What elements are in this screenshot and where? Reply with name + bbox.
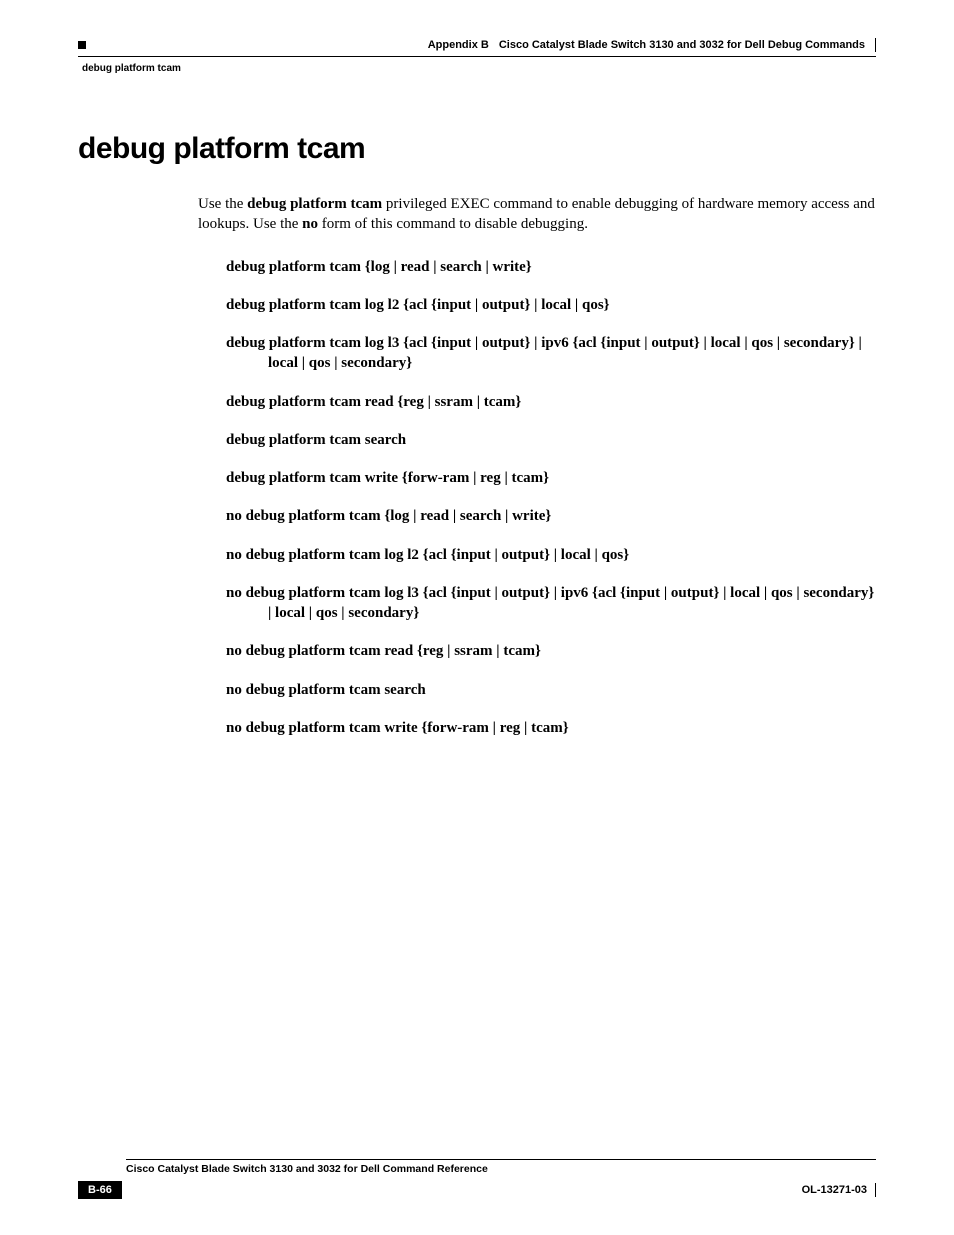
intro-pre: Use the xyxy=(198,196,247,212)
header-right: Appendix B Cisco Catalyst Blade Switch 3… xyxy=(428,38,876,52)
syntax-line: no debug platform tcam log l3 {acl {inpu… xyxy=(226,583,876,624)
syntax-block: debug platform tcam {log | read | search… xyxy=(226,257,876,739)
syntax-line: debug platform tcam write {forw-ram | re… xyxy=(226,468,876,488)
footer-bottom: B-66 OL-13271-03 xyxy=(78,1181,876,1199)
footer-rule xyxy=(126,1159,876,1160)
header-rule xyxy=(78,56,876,57)
footer-right: OL-13271-03 xyxy=(802,1183,876,1197)
appendix-title: Cisco Catalyst Blade Switch 3130 and 303… xyxy=(499,39,865,51)
appendix-label: Appendix B xyxy=(428,39,489,51)
syntax-line: debug platform tcam read {reg | ssram | … xyxy=(226,392,876,412)
page-header: Appendix B Cisco Catalyst Blade Switch 3… xyxy=(78,38,876,52)
page-title: debug platform tcam xyxy=(78,132,876,166)
syntax-line: no debug platform tcam read {reg | ssram… xyxy=(226,641,876,661)
square-marker-icon xyxy=(78,41,86,49)
syntax-line: no debug platform tcam {log | read | sea… xyxy=(226,506,876,526)
intro-no: no xyxy=(302,216,318,232)
footer-doc-title: Cisco Catalyst Blade Switch 3130 and 303… xyxy=(126,1163,876,1175)
syntax-line: no debug platform tcam write {forw-ram |… xyxy=(226,718,876,738)
page-footer: Cisco Catalyst Blade Switch 3130 and 303… xyxy=(78,1159,876,1199)
syntax-line: debug platform tcam log l2 {acl {input |… xyxy=(226,295,876,315)
syntax-line: debug platform tcam search xyxy=(226,430,876,450)
intro-cmd: debug platform tcam xyxy=(247,196,382,212)
vertical-rule-icon xyxy=(875,1183,876,1197)
intro-paragraph: Use the debug platform tcam privileged E… xyxy=(198,194,876,235)
vertical-rule-icon xyxy=(875,38,876,52)
section-breadcrumb: debug platform tcam xyxy=(82,63,876,74)
syntax-line: no debug platform tcam log l2 {acl {inpu… xyxy=(226,545,876,565)
doc-id: OL-13271-03 xyxy=(802,1184,867,1196)
syntax-line: no debug platform tcam search xyxy=(226,680,876,700)
syntax-line: debug platform tcam {log | read | search… xyxy=(226,257,876,277)
page-number: B-66 xyxy=(78,1181,122,1199)
header-left-marker xyxy=(78,41,86,49)
syntax-line: debug platform tcam log l3 {acl {input |… xyxy=(226,333,876,374)
body-content: Use the debug platform tcam privileged E… xyxy=(198,194,876,738)
intro-post: form of this command to disable debuggin… xyxy=(318,216,588,232)
